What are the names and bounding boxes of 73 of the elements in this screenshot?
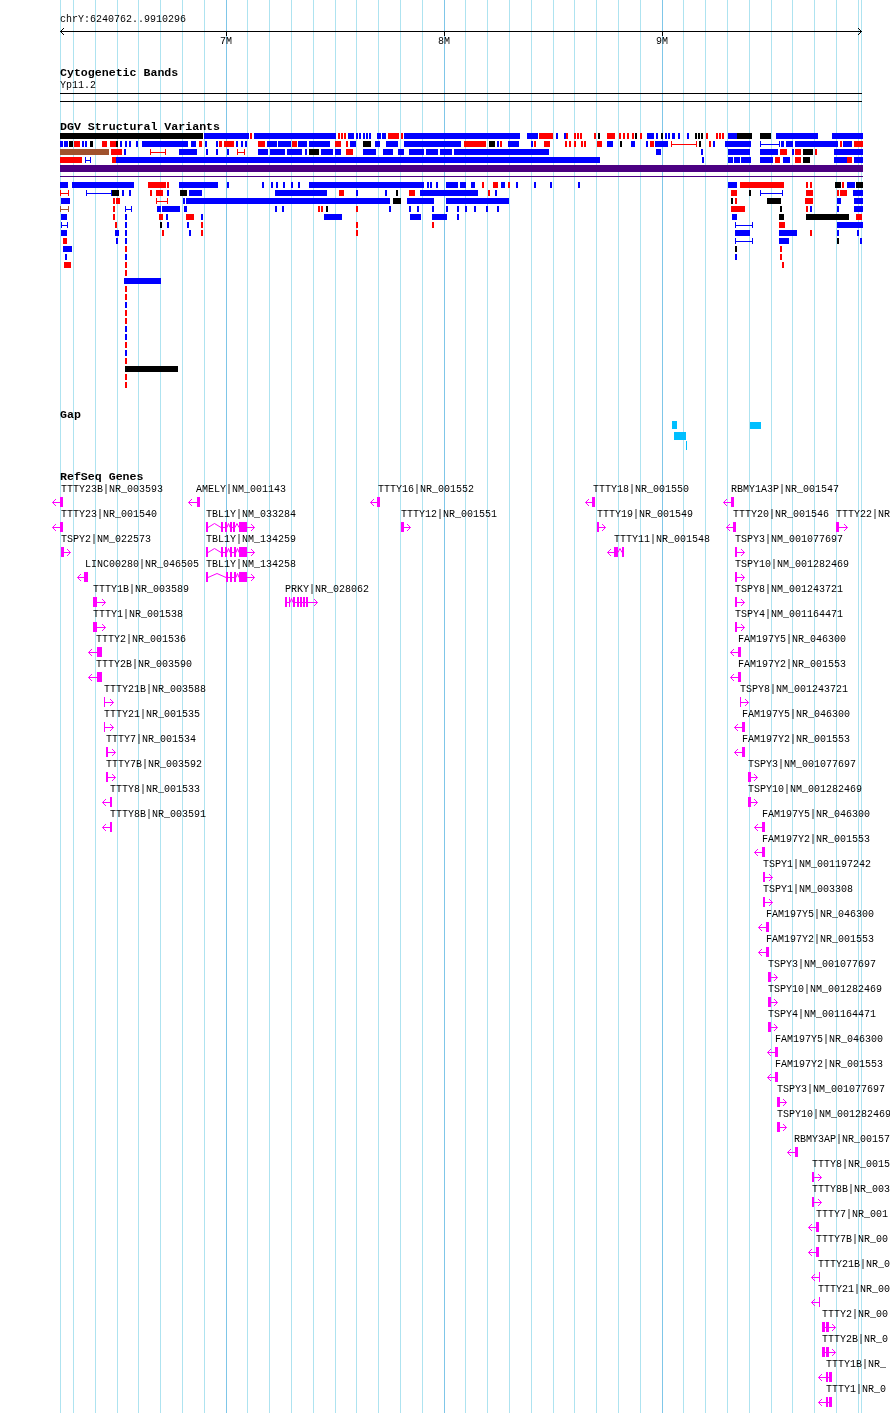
gene-label: FAM197Y2|NR_001553 <box>775 1059 884 1071</box>
gene-label: RBMY3AP|NR_00157 <box>794 1134 890 1146</box>
gene-label: TTTY2|NR_001536 <box>96 634 186 646</box>
gene-label: TSPY3|NM_001077697 <box>777 1084 886 1096</box>
gene-label: TTTY7B|NR_00 <box>816 1234 888 1246</box>
tick-label: 9M <box>656 36 668 48</box>
gene-label: FAM197Y5|NR_046300 <box>762 809 871 821</box>
gene-label: TTTY8|NR_0015 <box>812 1159 890 1171</box>
gene-label: TTTY21B|NR_0 <box>818 1259 890 1271</box>
gene-label: TTTY21B|NR_003588 <box>104 684 207 696</box>
gene-label: FAM197Y2|NR_001553 <box>738 659 847 671</box>
gene-label: TTTY12|NR_001551 <box>401 509 497 521</box>
gene-label: TTTY8B|NR_003 <box>812 1184 890 1196</box>
gene-label: TSPY1|NM_003308 <box>763 884 853 896</box>
gene-label: TTTY18|NR_001550 <box>593 484 689 496</box>
gene-label: TTTY7B|NR_003592 <box>106 759 202 771</box>
gene-label: TTTY7|NR_001534 <box>106 734 196 746</box>
gene-label: TTTY1|NR_0 <box>826 1384 886 1396</box>
tick-label: 7M <box>220 36 232 48</box>
gene-label: TSPY10|NM_001282469 <box>748 784 863 796</box>
gene-label: TTTY21|NR_00 <box>818 1284 890 1296</box>
gene-label: TTTY23B|NR_003593 <box>61 484 164 496</box>
gene-label: TSPY3|NM_001077697 <box>748 759 857 771</box>
gap-segment <box>672 421 677 429</box>
gene-label: FAM197Y2|NR_001553 <box>742 734 851 746</box>
track-title: Cytogenetic Bands <box>60 67 179 79</box>
gene-label: TTTY2B|NR_003590 <box>96 659 192 671</box>
gene-label: FAM197Y5|NR_046300 <box>742 709 851 721</box>
gene-label: FAM197Y5|NR_046300 <box>738 634 847 646</box>
gene-label: TTTY16|NR_001552 <box>378 484 474 496</box>
track-title: DGV Structural Variants <box>60 121 221 133</box>
gene-label: TSPY1|NM_001197242 <box>763 859 872 871</box>
gene-label: TTTY20|NR_001546 <box>733 509 829 521</box>
gene-label: TTTY19|NR_001549 <box>597 509 693 521</box>
gene-label: TBL1Y|NM_033284 <box>206 509 296 521</box>
gene-label: FAM197Y5|NR_046300 <box>775 1034 884 1046</box>
gene-label: AMELY|NM_001143 <box>196 484 286 496</box>
band-label: Yp11.2 <box>60 80 96 92</box>
gene-label: TSPY8|NM_001243721 <box>740 684 849 696</box>
track-title: Gap <box>60 409 81 421</box>
gene-label: TSPY10|NM_001282469 <box>735 559 850 571</box>
gap-segment <box>750 422 761 429</box>
gene-label: PRKY|NR_028062 <box>285 584 369 596</box>
gene-label: TSPY4|NM_001164471 <box>735 609 844 621</box>
gene-label: TTTY2|NR_00 <box>822 1309 888 1321</box>
gene-label: TSPY3|NM_001077697 <box>735 534 844 546</box>
gene-label: TTTY1B|NR_003589 <box>93 584 189 596</box>
gene-label: TSPY10|NM_001282469 <box>768 984 883 996</box>
gene-label: FAM197Y2|NR_001553 <box>762 834 871 846</box>
gene-label: LINC00280|NR_046505 <box>85 559 200 571</box>
gene-label: RBMY1A3P|NR_001547 <box>731 484 840 496</box>
gene-label: TSPY4|NM_001164471 <box>768 1009 877 1021</box>
gene-label: TTTY2B|NR_0 <box>822 1334 888 1346</box>
gene-label: TTTY8|NR_001533 <box>110 784 200 796</box>
gene-label: FAM197Y2|NR_001553 <box>766 934 875 946</box>
gene-label: TSPY2|NM_022573 <box>61 534 151 546</box>
gene-label: TTTY8B|NR_003591 <box>110 809 206 821</box>
tick-label: 8M <box>438 36 450 48</box>
gene-label: TBL1Y|NM_134258 <box>206 559 296 571</box>
gene-label: TTTY23|NR_001540 <box>61 509 157 521</box>
gene-label: TSPY10|NM_001282469 <box>777 1109 890 1121</box>
gene-label: TTTY22|NR <box>836 509 890 521</box>
gene-label: TSPY8|NM_001243721 <box>735 584 844 596</box>
gene-label: TTTY21|NR_001535 <box>104 709 200 721</box>
gene-label: TSPY3|NM_001077697 <box>768 959 877 971</box>
region-label: chrY:6240762..9910296 <box>60 14 187 26</box>
track-title: RefSeq Genes <box>60 471 144 483</box>
gene-label: TTTY1|NR_001538 <box>93 609 183 621</box>
gene-label: TTTY7|NR_001 <box>816 1209 888 1221</box>
gene-label: TBL1Y|NM_134259 <box>206 534 296 546</box>
gene-label: TTTY11|NR_001548 <box>614 534 710 546</box>
gene-label: TTTY1B|NR_ <box>826 1359 886 1371</box>
gene-label: FAM197Y5|NR_046300 <box>766 909 875 921</box>
